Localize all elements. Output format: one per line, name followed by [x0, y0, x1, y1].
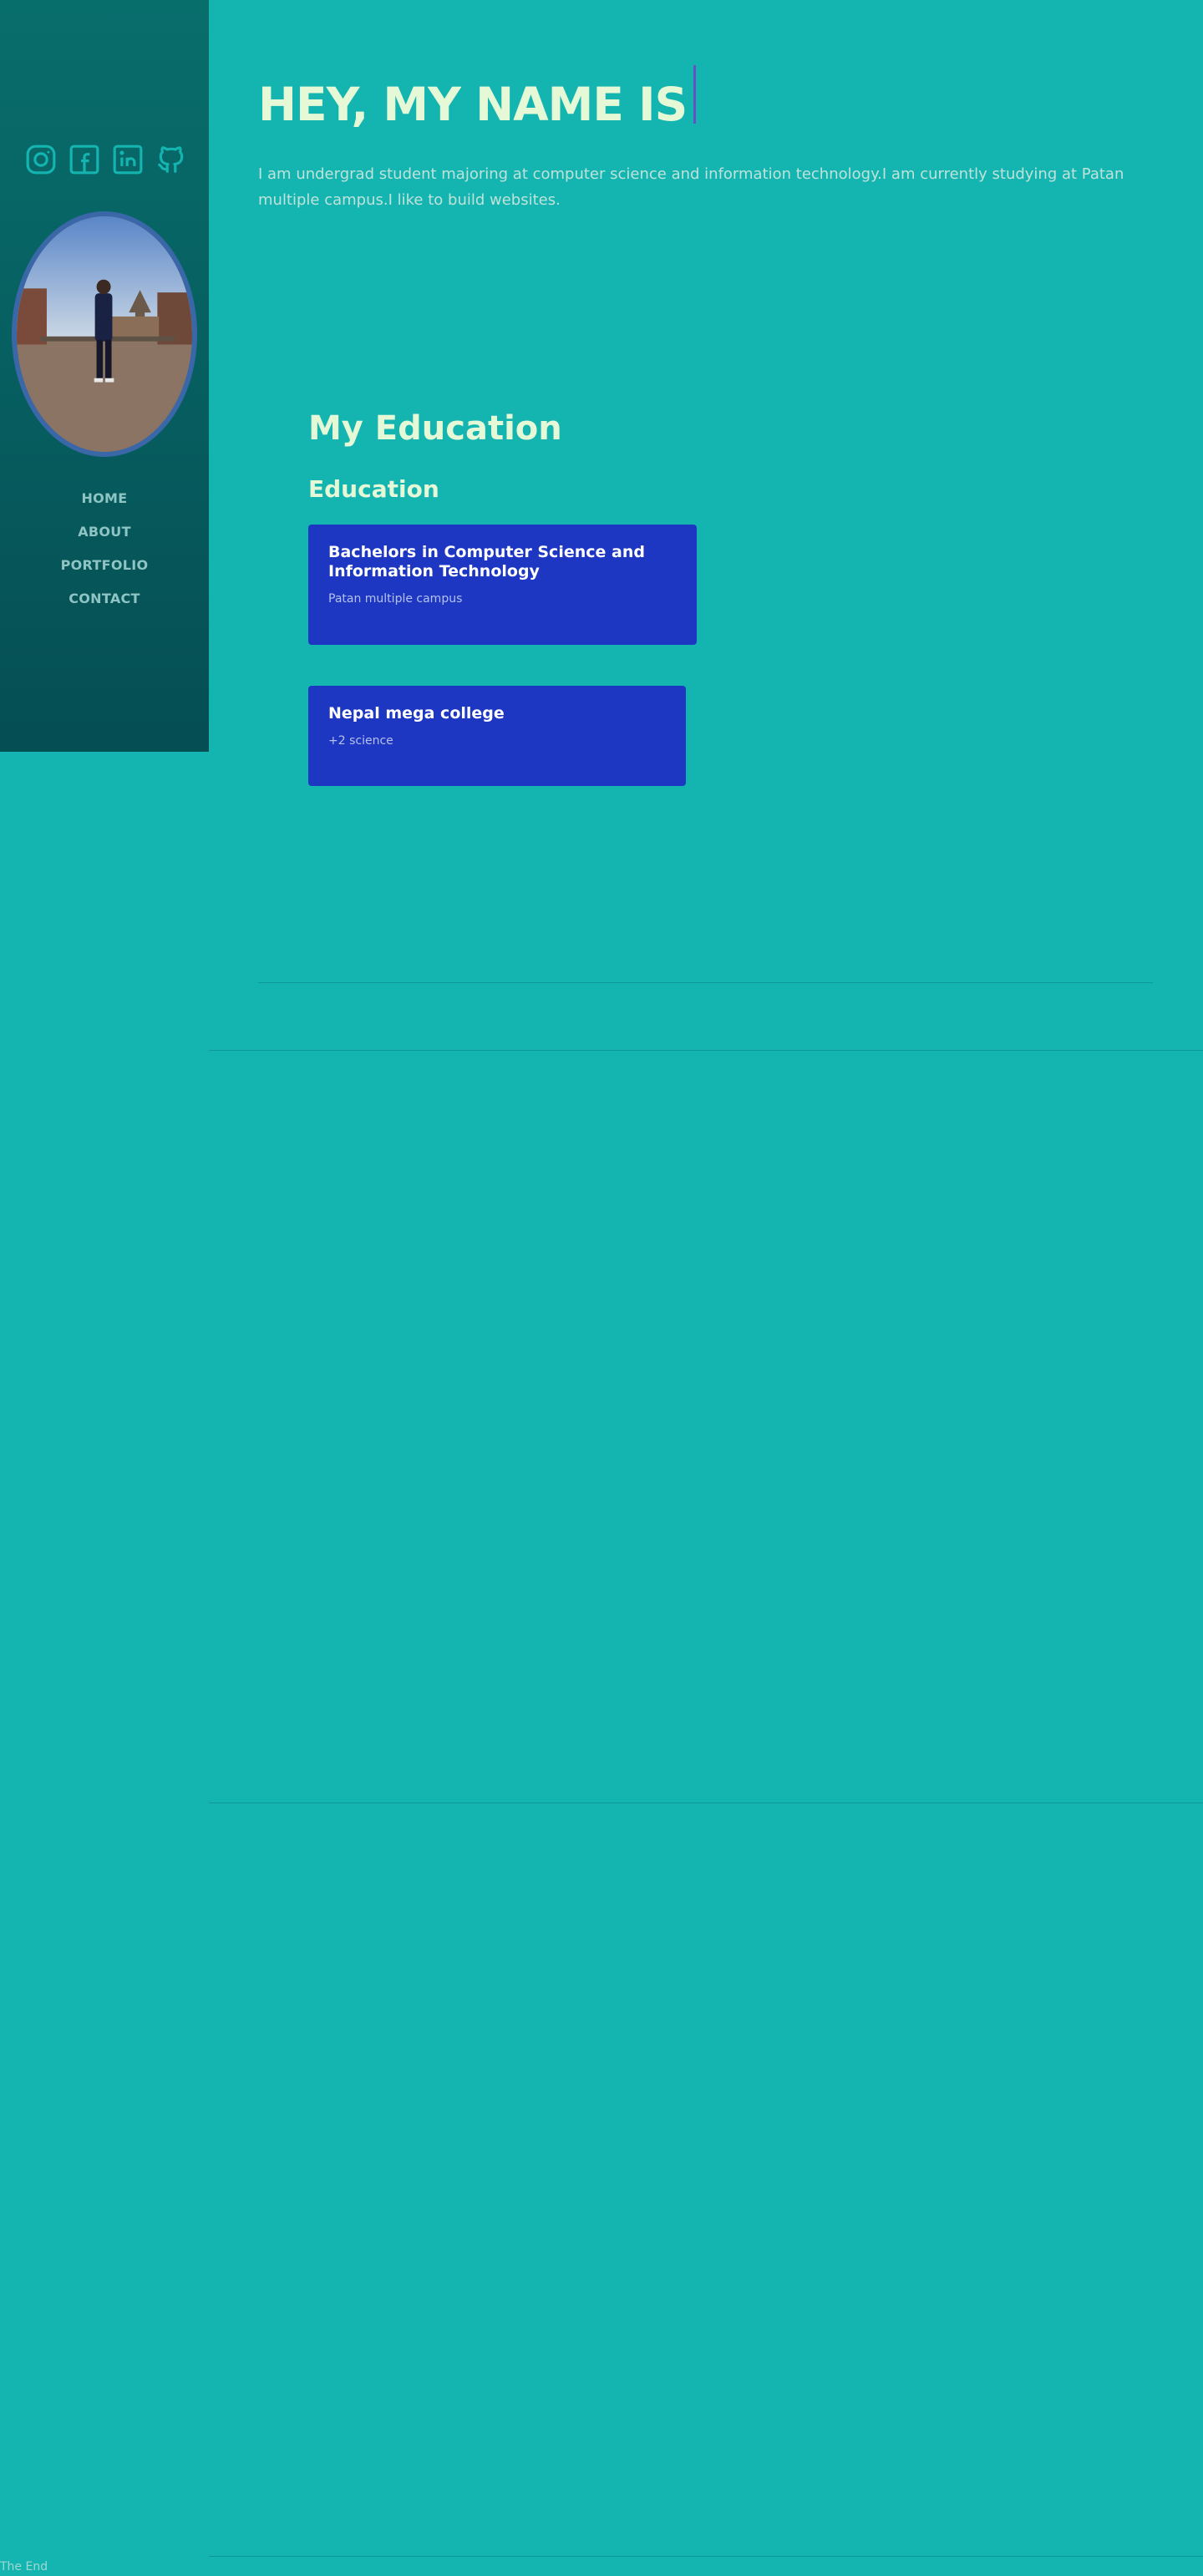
education-subheading: Education	[308, 475, 439, 503]
nav-item-contact[interactable]: CONTACT	[69, 589, 140, 622]
nav-item-home[interactable]: HOME	[81, 489, 127, 522]
education-card-subtitle: +2 science	[328, 734, 393, 748]
section-divider	[209, 2556, 1203, 2557]
section-divider	[209, 1050, 1203, 1051]
avatar	[12, 211, 197, 457]
sidebar: HOME ABOUT PORTFOLIO CONTACT	[0, 0, 209, 752]
sidebar-nav: HOME ABOUT PORTFOLIO CONTACT	[0, 489, 209, 622]
education-card: Nepal mega college +2 science	[308, 686, 686, 786]
hero-title: HEY, MY NAME IS	[258, 78, 688, 131]
section-divider	[258, 982, 1153, 983]
nav-item-portfolio[interactable]: PORTFOLIO	[61, 555, 149, 589]
footer-text: The End	[0, 2560, 48, 2573]
typing-cursor	[693, 65, 696, 124]
education-card-title: Nepal mega college	[328, 704, 505, 723]
instagram-icon[interactable]	[25, 144, 57, 175]
github-icon[interactable]	[155, 144, 187, 175]
education-card-subtitle: Patan multiple campus	[328, 592, 463, 606]
hero-description: I am undergrad student majoring at compu…	[258, 165, 1124, 209]
education-card: Bachelors in Computer Science and Inform…	[308, 525, 697, 645]
social-links	[25, 144, 187, 175]
education-heading: My Education	[308, 409, 562, 448]
linkedin-icon[interactable]	[112, 144, 144, 175]
nav-item-about[interactable]: ABOUT	[78, 522, 131, 555]
education-card-title: Bachelors in Computer Science and Inform…	[328, 543, 645, 581]
facebook-icon[interactable]	[69, 144, 100, 175]
